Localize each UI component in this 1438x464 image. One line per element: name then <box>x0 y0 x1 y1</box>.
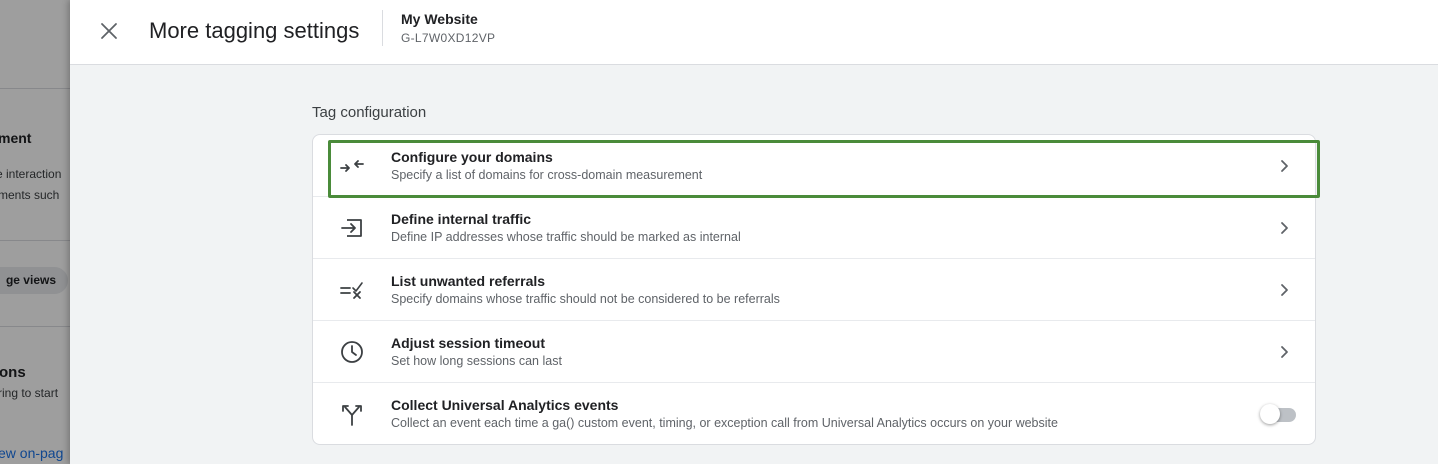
setting-row-unwanted-referrals[interactable]: List unwanted referrals Specify domains … <box>313 259 1315 321</box>
setting-title: Collect Universal Analytics events <box>391 397 619 413</box>
clock-icon <box>341 341 363 363</box>
modal-scrim[interactable] <box>0 0 70 464</box>
setting-row-internal-traffic[interactable]: Define internal traffic Define IP addres… <box>313 197 1315 259</box>
login-arrow-box-icon <box>341 219 362 237</box>
setting-description: Specify a list of domains for cross-doma… <box>391 168 703 182</box>
settings-panel: More tagging settings My Website G-L7W0X… <box>70 0 1438 464</box>
list-x-icon <box>340 282 363 299</box>
close-icon <box>101 23 117 39</box>
settings-card: Configure your domains Specify a list of… <box>312 134 1316 445</box>
section-label: Tag configuration <box>312 104 427 121</box>
page-title: More tagging settings <box>149 18 360 43</box>
property-name: My Website <box>401 11 478 27</box>
setting-row-session-timeout[interactable]: Adjust session timeout Set how long sess… <box>313 321 1315 383</box>
panel-header: More tagging settings My Website G-L7W0X… <box>70 0 1438 65</box>
setting-description: Collect an event each time a ga() custom… <box>391 416 1058 430</box>
setting-title: Define internal traffic <box>391 211 532 227</box>
setting-title: Configure your domains <box>391 149 553 165</box>
chevron-right-icon <box>1281 160 1288 172</box>
chevron-right-icon <box>1281 284 1288 296</box>
setting-description: Define IP addresses whose traffic should… <box>391 230 741 244</box>
chevron-right-icon <box>1281 346 1288 358</box>
setting-description: Specify domains whose traffic should not… <box>391 292 780 306</box>
setting-title: Adjust session timeout <box>391 335 546 351</box>
property-id: G-L7W0XD12VP <box>401 31 496 45</box>
fork-arrows-icon <box>342 405 362 426</box>
toggle-thumb <box>1260 404 1280 424</box>
setting-description: Set how long sessions can last <box>391 354 562 368</box>
close-button[interactable] <box>96 16 122 46</box>
header-divider <box>382 10 383 46</box>
setting-row-configure-domains[interactable]: Configure your domains Specify a list of… <box>313 135 1315 197</box>
collect-ua-events-toggle[interactable] <box>1260 404 1296 424</box>
setting-title: List unwanted referrals <box>391 273 546 289</box>
chevron-right-icon <box>1281 222 1288 234</box>
setting-row-universal-analytics-events: Collect Universal Analytics events Colle… <box>313 383 1315 444</box>
compress-arrows-icon <box>340 160 364 172</box>
